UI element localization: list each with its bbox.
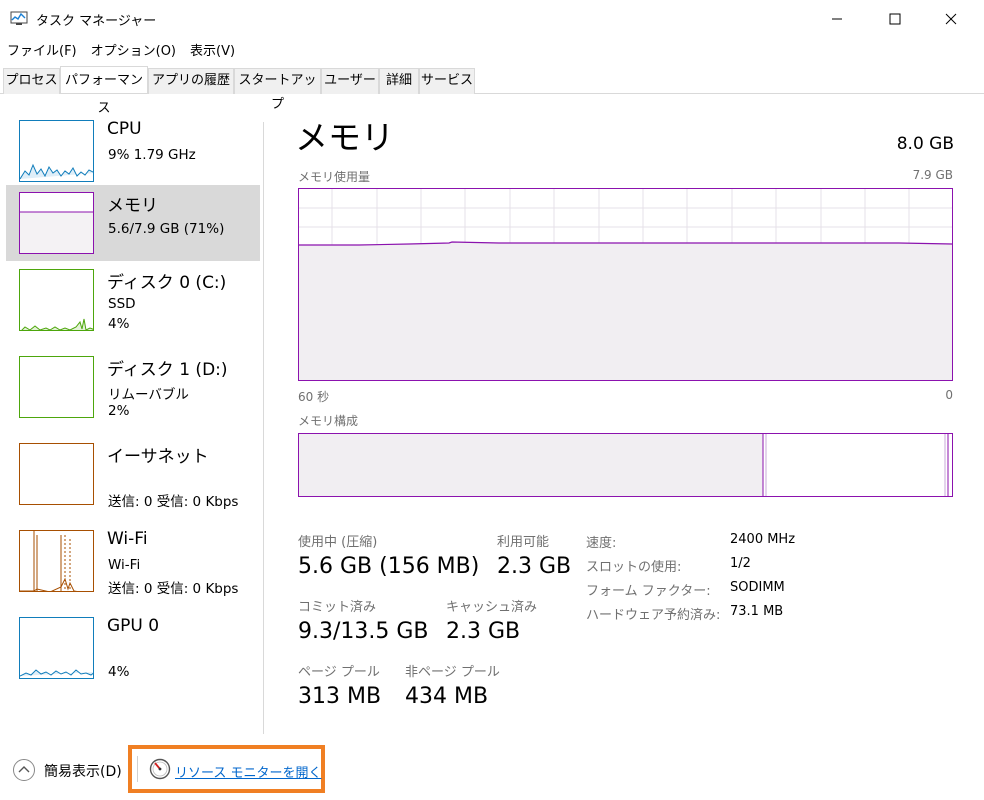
hardware-reserved-label: ハードウェア予約済み: <box>586 608 721 623</box>
tab-performance[interactable]: パフォーマンス <box>60 66 148 116</box>
minimize-button[interactable] <box>814 0 860 38</box>
nonpaged-pool-label: 非ページ プール <box>405 665 500 680</box>
form-factor-label: フォーム ファクター: <box>586 584 711 599</box>
memory-thumbnail-graph <box>19 192 94 254</box>
sidebar-item-cpu[interactable]: CPU 9% 1.79 GHz <box>6 113 260 189</box>
performance-sidebar: CPU 9% 1.79 GHz メモリ 5.6/7.9 GB (71%) ディス… <box>0 110 262 710</box>
maximize-icon <box>889 13 901 25</box>
sidebar-item-detail: 5.6/7.9 GB (71%) <box>108 221 225 237</box>
tab-processes[interactable]: プロセス <box>3 68 60 94</box>
paged-pool-label: ページ プール <box>298 665 380 680</box>
menu-view[interactable]: 表示(V) <box>183 40 242 62</box>
sidebar-item-label: ディスク 0 (C:) <box>107 273 227 293</box>
memory-composition-bar <box>298 433 953 497</box>
sidebar-item-label: ディスク 1 (D:) <box>107 360 228 380</box>
sidebar-item-label: メモリ <box>107 196 158 216</box>
sidebar-item-detail: Wi-Fi <box>108 557 141 573</box>
in-use-label: 使用中 (圧縮) <box>298 535 378 550</box>
sidebar-item-gpu[interactable]: GPU 0 4% <box>6 610 260 686</box>
graph-time-right: 0 <box>945 388 953 402</box>
window-title: タスク マネージャー <box>36 14 157 29</box>
sidebar-item-label: Wi-Fi <box>107 529 148 549</box>
committed-label: コミット済み <box>298 600 377 615</box>
tab-services[interactable]: サービス <box>419 68 475 94</box>
ethernet-thumbnail-graph <box>19 443 94 505</box>
menu-file[interactable]: ファイル(F) <box>0 40 84 62</box>
maximize-button[interactable] <box>872 0 918 38</box>
speed-value: 2400 MHz <box>730 532 796 547</box>
hardware-reserved-value: 73.1 MB <box>730 604 784 619</box>
in-use-value: 5.6 GB (156 MB) <box>298 554 480 579</box>
tab-users[interactable]: ユーザー <box>321 68 379 94</box>
sidebar-item-disk1[interactable]: ディスク 1 (D:) リムーバブル 2% <box>6 349 260 425</box>
tab-details[interactable]: 詳細 <box>379 68 419 94</box>
committed-value: 9.3/13.5 GB <box>298 619 429 644</box>
cpu-thumbnail-graph <box>19 120 94 182</box>
available-label: 利用可能 <box>497 535 550 550</box>
sidebar-item-usage: 送信: 0 受信: 0 Kbps <box>108 581 239 597</box>
open-resource-monitor-link[interactable]: リソース モニターを開く <box>175 762 321 781</box>
close-button[interactable] <box>928 0 974 38</box>
sidebar-item-label: CPU <box>107 119 142 139</box>
minimize-icon <box>832 18 842 20</box>
sidebar-item-ethernet[interactable]: イーサネット 送信: 0 受信: 0 Kbps <box>6 436 260 512</box>
menu-options[interactable]: オプション(O) <box>84 40 183 62</box>
fewer-details-button[interactable]: 簡易表示(D) <box>44 761 122 781</box>
sidebar-item-disk0[interactable]: ディスク 0 (C:) SSD 4% <box>6 262 260 338</box>
usage-graph-label: メモリ使用量 <box>298 170 371 184</box>
sidebar-item-detail: リムーバブル <box>108 387 189 403</box>
paged-pool-value: 313 MB <box>298 684 382 709</box>
cached-label: キャッシュ済み <box>446 600 538 615</box>
title-bar: タスク マネージャー <box>0 0 984 38</box>
sidebar-item-usage: 2% <box>108 403 130 419</box>
close-icon <box>945 13 957 25</box>
form-factor-value: SODIMM <box>730 580 785 595</box>
available-value: 2.3 GB <box>497 554 572 579</box>
sidebar-item-detail: 9% 1.79 GHz <box>108 147 196 163</box>
composition-label: メモリ構成 <box>298 414 359 428</box>
sidebar-item-label: イーサネット <box>107 447 209 467</box>
resource-monitor-icon <box>149 758 171 780</box>
disk0-thumbnail-graph <box>19 269 94 331</box>
sidebar-item-detail: SSD <box>108 296 136 312</box>
in-use-segment <box>299 434 763 496</box>
task-manager-icon <box>10 11 28 25</box>
usage-graph-max: 7.9 GB <box>912 168 953 182</box>
collapse-chevron-icon[interactable] <box>12 758 36 782</box>
disk1-thumbnail-graph <box>19 356 94 418</box>
wifi-thumbnail-graph <box>19 530 94 592</box>
slots-label: スロットの使用: <box>586 560 682 575</box>
nonpaged-pool-value: 434 MB <box>405 684 489 709</box>
page-title: メモリ <box>295 118 394 157</box>
sidebar-item-memory[interactable]: メモリ 5.6/7.9 GB (71%) <box>6 185 260 261</box>
sidebar-item-label: GPU 0 <box>107 616 160 636</box>
memory-usage-area <box>299 242 952 380</box>
menu-bar: ファイル(F) オプション(O) 表示(V) <box>0 40 242 62</box>
sidebar-item-usage: 4% <box>108 316 130 332</box>
slots-value: 1/2 <box>730 556 751 571</box>
sidebar-item-usage: 送信: 0 受信: 0 Kbps <box>108 494 239 510</box>
sidebar-item-wifi[interactable]: Wi-Fi Wi-Fi 送信: 0 受信: 0 Kbps <box>6 523 260 599</box>
cached-value: 2.3 GB <box>446 619 521 644</box>
tab-startup[interactable]: スタートアップ <box>234 68 321 112</box>
sidebar-item-usage: 4% <box>108 664 130 680</box>
speed-label: 速度: <box>586 536 617 551</box>
tab-bar: プロセス パフォーマンス アプリの履歴 スタートアップ ユーザー 詳細 サービス <box>0 66 984 116</box>
tab-app-history[interactable]: アプリの履歴 <box>148 68 234 94</box>
memory-usage-graph <box>298 188 953 381</box>
graph-time-left: 60 秒 <box>298 390 330 404</box>
gpu-thumbnail-graph <box>19 617 94 679</box>
total-memory: 8.0 GB <box>896 134 954 154</box>
panel-divider <box>263 122 264 734</box>
